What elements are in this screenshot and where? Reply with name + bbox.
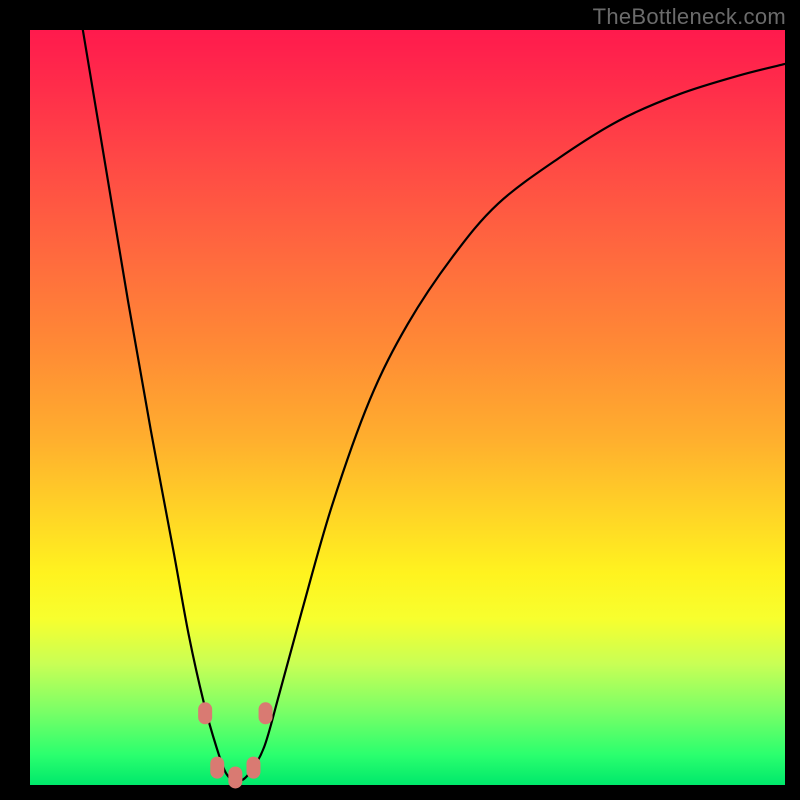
curve-marker [210,757,224,779]
plot-area [30,30,785,785]
curve-svg [30,30,785,785]
chart-stage: TheBottleneck.com [0,0,800,800]
watermark-text: TheBottleneck.com [593,4,786,30]
curve-marker [246,757,260,779]
bottleneck-curve [83,30,785,781]
curve-markers [198,702,272,788]
curve-marker [259,702,273,724]
curve-marker [198,702,212,724]
curve-marker [228,766,242,788]
